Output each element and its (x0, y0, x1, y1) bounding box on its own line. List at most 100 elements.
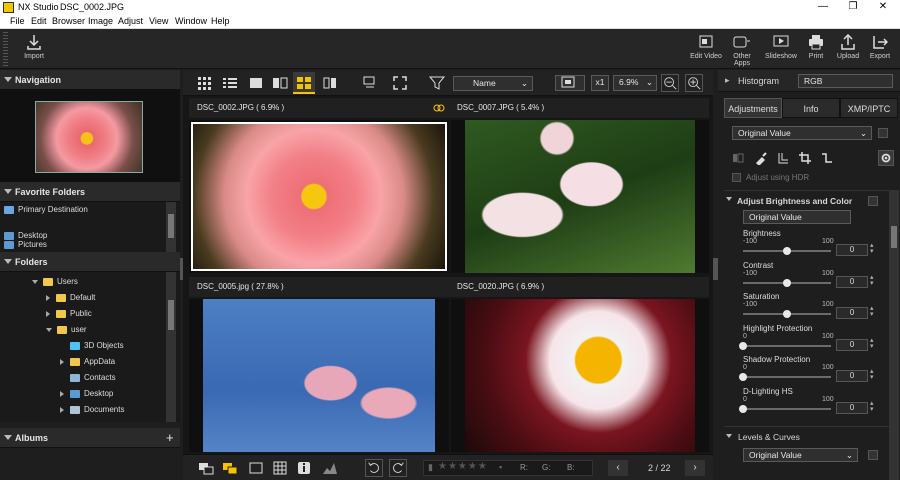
list-view-icon[interactable] (221, 74, 239, 92)
preset-checkbox[interactable] (878, 128, 888, 138)
tab-adjustments[interactable]: Adjustments (724, 98, 782, 118)
tree-item[interactable]: Desktop (60, 386, 113, 401)
stepper-icon[interactable]: ▴ ▾ (870, 242, 874, 255)
previous-image-button[interactable]: ‹ (608, 460, 628, 476)
image-cell[interactable] (451, 120, 709, 273)
section-toggle-checkbox[interactable] (868, 196, 878, 206)
export-button[interactable]: Export (863, 34, 897, 60)
slider-value-field[interactable]: 0 (836, 244, 868, 256)
rotate-right-icon[interactable] (389, 459, 407, 477)
menu-view[interactable]: View (149, 16, 168, 26)
retouch-brush-icon[interactable] (754, 151, 768, 165)
menu-window[interactable]: Window (175, 16, 207, 26)
upload-button[interactable]: Upload (831, 34, 865, 60)
zoom-select[interactable]: 6.9% ⌄ (613, 75, 657, 91)
image-cell[interactable] (451, 299, 709, 452)
straighten-icon[interactable] (776, 151, 790, 165)
grid-overlay-icon[interactable] (271, 459, 289, 477)
photo-dahlia-bee[interactable] (465, 299, 695, 452)
brightness-section-header[interactable]: Adjust Brightness and Color (724, 190, 892, 210)
photo-roses[interactable] (465, 120, 695, 273)
tree-item[interactable]: Contacts (70, 370, 116, 385)
print-button[interactable]: Print (799, 34, 833, 60)
favorite-folders-header[interactable]: Favorite Folders (0, 182, 180, 202)
menu-edit[interactable]: Edit (31, 16, 47, 26)
compare-tool-icon[interactable] (732, 152, 744, 164)
link-icon[interactable] (433, 103, 445, 113)
filter-icon[interactable] (428, 74, 446, 92)
tree-item[interactable]: Documents (60, 402, 124, 417)
slider-knob[interactable] (783, 278, 791, 287)
adjustment-preset-select[interactable]: Original Value ⌄ (732, 126, 872, 140)
tree-item[interactable]: user (46, 322, 87, 337)
slider-value-field[interactable]: 0 (836, 401, 868, 414)
fit-to-screen-button[interactable] (555, 75, 585, 91)
folders-header[interactable]: Folders (0, 252, 180, 272)
menu-image[interactable]: Image (88, 16, 113, 26)
menu-file[interactable]: File (10, 16, 25, 26)
stepper-icon[interactable]: ▴ ▾ (870, 337, 874, 350)
zoom-out-icon[interactable] (661, 74, 679, 92)
histogram-overlay-icon[interactable] (321, 459, 339, 477)
photo-cherry-blossom[interactable] (203, 299, 435, 452)
navigation-thumbnail[interactable] (35, 101, 143, 173)
slideshow-button[interactable]: Slideshow (764, 34, 798, 60)
slider-track[interactable] (743, 407, 831, 410)
slider-track[interactable] (743, 344, 831, 347)
edit-video-button[interactable]: Edit Video (689, 34, 723, 60)
favorites-scrollbar[interactable] (166, 202, 176, 252)
stepper-icon[interactable]: ▴ ▾ (870, 274, 874, 287)
image-cell[interactable] (189, 299, 449, 452)
slider-value-field[interactable]: 0 (836, 370, 868, 382)
slider-knob[interactable] (783, 247, 791, 255)
slider-track[interactable] (743, 376, 831, 378)
sort-select[interactable]: Name ⌄ (453, 76, 533, 91)
info-icon[interactable] (295, 459, 313, 477)
crop-frame-icon[interactable] (247, 459, 265, 477)
display-mode-icon[interactable] (361, 74, 379, 92)
tree-item[interactable]: Users (32, 274, 78, 289)
zoom-1x-button[interactable]: x1 (591, 75, 609, 91)
next-image-button[interactable]: › (685, 460, 705, 476)
favorite-primary-destination[interactable]: Primary Destination (4, 202, 88, 217)
levels-curves-header[interactable]: Levels & Curves (724, 426, 892, 446)
compare-view-icon[interactable] (271, 74, 289, 92)
star-rating[interactable]: ★★★★★ (438, 461, 488, 472)
menu-help[interactable]: Help (211, 16, 230, 26)
stack-icon[interactable] (197, 459, 215, 477)
tree-item[interactable]: AppData (60, 354, 115, 369)
close-button[interactable]: ✕ (868, 0, 898, 15)
levels-toggle-checkbox[interactable] (868, 450, 878, 460)
before-after-view-icon[interactable] (321, 74, 339, 92)
slider-knob[interactable] (739, 341, 747, 350)
single-view-icon[interactable] (247, 74, 265, 92)
slider-value-field[interactable]: 0 (836, 338, 868, 351)
brightness-preset-select[interactable]: Original Value (743, 210, 851, 224)
navigation-header[interactable]: Navigation (0, 70, 180, 90)
stepper-icon[interactable]: ▴ ▾ (870, 305, 874, 318)
tree-item[interactable]: Default (46, 290, 95, 305)
zoom-in-icon[interactable] (685, 74, 703, 92)
adjustments-scrollbar[interactable] (889, 190, 899, 480)
menu-adjust[interactable]: Adjust (118, 16, 143, 26)
grid-view-icon[interactable] (195, 74, 213, 92)
slider-knob[interactable] (739, 404, 747, 413)
levels-preset-select[interactable]: Original Value ⌄ (743, 448, 858, 462)
slider-knob[interactable] (739, 373, 747, 381)
other-apps-button[interactable]: Other Apps (725, 34, 759, 67)
favorite-pictures[interactable]: Pictures (4, 240, 47, 250)
toolbar-gripper[interactable] (3, 32, 8, 66)
slider-value-field[interactable]: 0 (836, 275, 868, 288)
adjust-hdr-checkbox[interactable] (732, 173, 741, 182)
reject-icon[interactable]: ▮ (428, 462, 433, 473)
histogram-header[interactable]: ▸ Histogram RGB (718, 70, 900, 92)
albums-header[interactable]: Albums + (0, 428, 180, 448)
stepper-icon[interactable]: ▴ ▾ (870, 400, 874, 413)
minimize-button[interactable]: — (808, 0, 838, 15)
slider-value-field[interactable]: 0 (836, 307, 868, 319)
tree-item[interactable]: Public (46, 306, 92, 321)
maximize-button[interactable]: ❐ (838, 0, 868, 15)
folders-scrollbar[interactable] (166, 272, 176, 422)
histogram-mode-select[interactable]: RGB (798, 74, 893, 88)
import-button[interactable]: Import (17, 34, 51, 60)
